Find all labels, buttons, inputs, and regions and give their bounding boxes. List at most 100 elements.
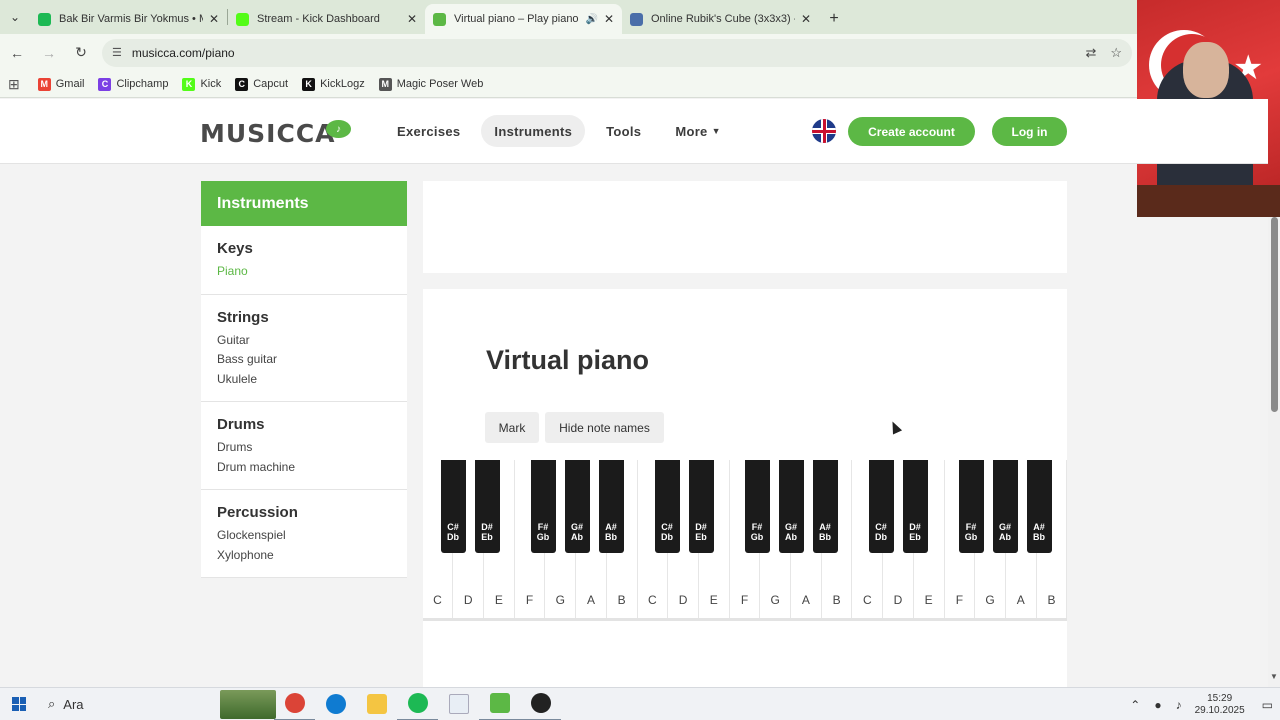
bookmark-star-icon[interactable]: ☆ bbox=[1110, 45, 1122, 61]
address-bar[interactable]: ☰ musicca.com/piano ⇄ ☆ bbox=[102, 38, 1132, 67]
back-button[interactable]: ← bbox=[2, 38, 32, 68]
tab-search-menu[interactable]: ⌄ bbox=[0, 0, 30, 34]
notifications-icon[interactable]: ▭ bbox=[1262, 698, 1273, 712]
browser-tab[interactable]: Stream - Kick Dashboard ✕ bbox=[228, 4, 425, 34]
browser-tabstrip: ⌄ Bak Bir Varmis Bir Yokmus • Mc ✕ Stream … bbox=[0, 0, 1137, 34]
browser-tab[interactable]: Virtual piano – Play piano o 🔊 ✕ bbox=[425, 4, 622, 34]
piano-black-key[interactable]: C# Db bbox=[654, 460, 680, 553]
taskbar-search[interactable]: ⌕ Ara bbox=[38, 688, 276, 720]
sidebar-link[interactable]: Piano bbox=[217, 262, 391, 282]
white-key-label: C bbox=[648, 593, 657, 607]
sidebar-link[interactable]: Glockenspiel bbox=[217, 526, 391, 546]
white-key-label: B bbox=[617, 593, 626, 607]
browser-tab[interactable]: Bak Bir Varmis Bir Yokmus • Mc ✕ bbox=[30, 4, 227, 34]
close-tab-icon[interactable]: ✕ bbox=[604, 12, 614, 26]
bookmark-item[interactable]: K KickLogz bbox=[302, 77, 365, 91]
page-scrollbar[interactable] bbox=[1268, 217, 1280, 687]
sidebar-link[interactable]: Guitar bbox=[217, 331, 391, 351]
taskbar-app[interactable] bbox=[438, 688, 479, 720]
musicca-logo[interactable]: MUSICCA bbox=[200, 119, 336, 148]
taskbar-app[interactable] bbox=[315, 688, 356, 720]
nav-instruments[interactable]: Instruments bbox=[481, 115, 586, 147]
close-tab-icon[interactable]: ✕ bbox=[209, 12, 219, 26]
nav-tools[interactable]: Tools bbox=[593, 115, 654, 147]
piano-black-key[interactable]: F# Gb bbox=[530, 460, 556, 553]
black-key-sharp-label: D# bbox=[481, 522, 493, 532]
forward-button[interactable]: → bbox=[34, 38, 64, 68]
language-flag-icon[interactable] bbox=[812, 119, 836, 143]
black-key-flat-label: Db bbox=[875, 532, 887, 542]
site-info-icon[interactable]: ☰ bbox=[112, 46, 122, 59]
clock[interactable]: 15:29 29.10.2025 bbox=[1195, 693, 1245, 717]
white-key-label: A bbox=[586, 593, 595, 607]
mark-button[interactable]: Mark bbox=[485, 412, 539, 443]
piano-black-key[interactable]: D# Eb bbox=[688, 460, 714, 553]
translate-icon[interactable]: ⇄ bbox=[1085, 45, 1096, 61]
tab-title: Stream - Kick Dashboard bbox=[257, 13, 380, 25]
login-button[interactable]: Log in bbox=[992, 117, 1067, 146]
bookmark-label: Gmail bbox=[55, 78, 85, 90]
black-key-flat-label: Eb bbox=[695, 532, 707, 542]
tab-favicon-icon bbox=[236, 12, 249, 26]
piano-black-key[interactable]: G# Ab bbox=[992, 460, 1018, 553]
close-tab-icon[interactable]: ✕ bbox=[407, 12, 417, 26]
nav-more[interactable]: More ▼ bbox=[662, 115, 733, 147]
black-key-sharp-label: G# bbox=[998, 522, 1011, 532]
nav-exercises[interactable]: Exercises bbox=[384, 115, 473, 147]
piano-black-key[interactable]: A# Bb bbox=[1026, 460, 1052, 553]
sidebar-link[interactable]: Ukulele bbox=[217, 370, 391, 390]
piano-black-key[interactable]: D# Eb bbox=[474, 460, 500, 553]
hide-note-names-button[interactable]: Hide note names bbox=[545, 412, 664, 443]
apps-grid-icon[interactable]: ⊞ bbox=[8, 76, 20, 93]
bookmark-favicon-icon: K bbox=[302, 77, 316, 91]
scroll-down-icon[interactable]: ▼ bbox=[1268, 672, 1280, 686]
taskbar-app[interactable] bbox=[356, 688, 397, 720]
black-key-sharp-label: G# bbox=[570, 522, 583, 532]
sidebar-group-title: Keys bbox=[217, 240, 253, 257]
piano-black-key[interactable]: G# Ab bbox=[778, 460, 804, 553]
sidebar-link[interactable]: Bass guitar bbox=[217, 350, 391, 370]
bookmark-item[interactable]: K Kick bbox=[182, 77, 221, 91]
piano-black-key[interactable]: A# Bb bbox=[812, 460, 838, 553]
reload-button[interactable]: ↻ bbox=[66, 38, 96, 68]
browser-tab[interactable]: Online Rubik's Cube (3x3x3) - C ✕ bbox=[622, 4, 819, 34]
start-button[interactable] bbox=[0, 688, 38, 720]
piano-black-key[interactable]: G# Ab bbox=[564, 460, 590, 553]
piano-black-key[interactable]: F# Gb bbox=[958, 460, 984, 553]
create-account-button[interactable]: Create account bbox=[848, 117, 975, 146]
url-text[interactable]: musicca.com/piano bbox=[132, 46, 1072, 60]
piano-card: Virtual piano Mark Hide note names C D E F G… bbox=[422, 289, 1068, 699]
scrollbar-thumb[interactable] bbox=[1271, 217, 1278, 412]
black-key-flat-label: Eb bbox=[909, 532, 921, 542]
taskbar-app[interactable] bbox=[520, 688, 561, 720]
bookmark-item[interactable]: M Magic Poser Web bbox=[378, 77, 483, 91]
bookmark-item[interactable]: M Gmail bbox=[37, 77, 85, 91]
new-tab-button[interactable]: + bbox=[819, 4, 849, 34]
piano-black-key[interactable]: D# Eb bbox=[902, 460, 928, 553]
bookmark-item[interactable]: C Capcut bbox=[235, 77, 288, 91]
taskbar-app[interactable] bbox=[397, 688, 438, 720]
sidebar-link[interactable]: Drums bbox=[217, 438, 391, 458]
sidebar-link[interactable]: Drum machine bbox=[217, 458, 391, 478]
black-key-sharp-label: D# bbox=[695, 522, 707, 532]
bookmark-favicon-icon: M bbox=[378, 77, 392, 91]
piano-black-key[interactable]: F# Gb bbox=[744, 460, 770, 553]
piano-black-key[interactable]: C# Db bbox=[440, 460, 466, 553]
search-icon: ⌕ bbox=[48, 696, 56, 711]
white-key-label: G bbox=[985, 593, 995, 607]
tab-audio-icon[interactable]: 🔊 bbox=[585, 14, 597, 25]
piano-black-key[interactable]: C# Db bbox=[868, 460, 894, 553]
volume-icon[interactable]: ♪ bbox=[1176, 698, 1182, 712]
taskbar-app[interactable] bbox=[274, 688, 315, 720]
tray-overflow-icon[interactable]: ⌃ bbox=[1130, 698, 1140, 712]
clock-date: 29.10.2025 bbox=[1194, 704, 1245, 716]
sidebar-link[interactable]: Xylophone bbox=[217, 546, 391, 566]
bookmark-item[interactable]: C Clipchamp bbox=[98, 77, 168, 91]
search-highlight-image bbox=[220, 689, 276, 719]
taskbar-app[interactable] bbox=[479, 688, 520, 720]
piano-black-key[interactable]: A# Bb bbox=[598, 460, 624, 553]
tab-title: Virtual piano – Play piano o bbox=[454, 13, 582, 25]
microphone-icon[interactable]: ● bbox=[1154, 698, 1161, 712]
bookmarks-bar: ⊞ M Gmail C Clipchamp K Kick C Capcut K KickLogz M… bbox=[0, 71, 1137, 98]
close-tab-icon[interactable]: ✕ bbox=[801, 12, 811, 26]
